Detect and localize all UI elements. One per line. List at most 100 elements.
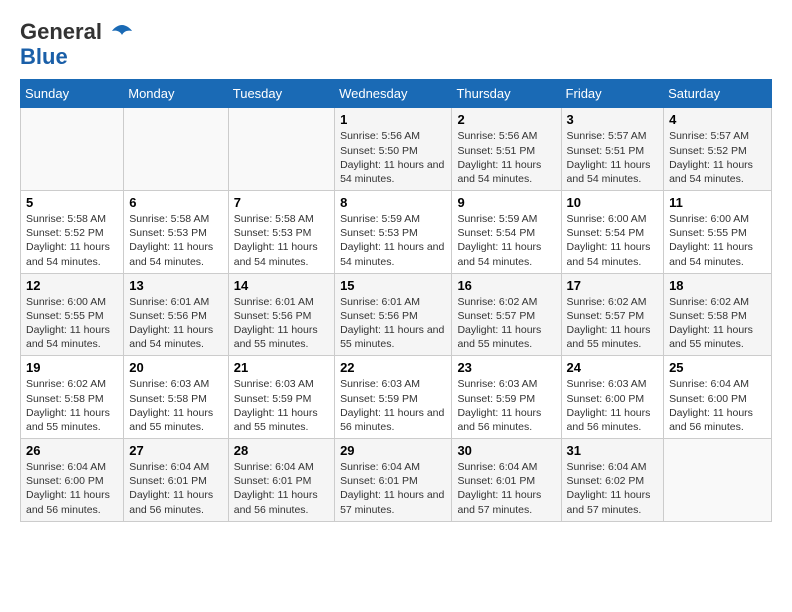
day-number: 7 [234,195,329,210]
day-number: 8 [340,195,446,210]
calendar-cell [664,439,772,522]
day-info: Sunrise: 5:59 AMSunset: 5:53 PMDaylight:… [340,212,446,269]
calendar-cell: 16 Sunrise: 6:02 AMSunset: 5:57 PMDayligh… [452,273,561,356]
day-info: Sunrise: 6:03 AMSunset: 5:58 PMDaylight:… [129,377,223,434]
calendar-cell: 21 Sunrise: 6:03 AMSunset: 5:59 PMDayligh… [228,356,334,439]
day-info: Sunrise: 6:04 AMSunset: 6:01 PMDaylight:… [457,460,555,517]
calendar-cell: 5 Sunrise: 5:58 AMSunset: 5:52 PMDaylight… [21,191,124,274]
day-number: 16 [457,278,555,293]
calendar-cell: 6 Sunrise: 5:58 AMSunset: 5:53 PMDaylight… [124,191,229,274]
day-number: 4 [669,112,766,127]
logo: General Blue [20,20,134,69]
day-number: 6 [129,195,223,210]
day-info: Sunrise: 5:56 AMSunset: 5:50 PMDaylight:… [340,129,446,186]
day-number: 9 [457,195,555,210]
week-row-1: 1 Sunrise: 5:56 AMSunset: 5:50 PMDaylight… [21,108,772,191]
page-header: General Blue [20,20,772,69]
calendar-cell: 31 Sunrise: 6:04 AMSunset: 6:02 PMDayligh… [561,439,664,522]
logo-bird-icon [110,21,134,45]
day-number: 10 [567,195,659,210]
week-row-5: 26 Sunrise: 6:04 AMSunset: 6:00 PMDayligh… [21,439,772,522]
weekday-header-monday: Monday [124,80,229,108]
calendar-cell: 7 Sunrise: 5:58 AMSunset: 5:53 PMDaylight… [228,191,334,274]
day-info: Sunrise: 6:04 AMSunset: 6:00 PMDaylight:… [669,377,766,434]
day-number: 20 [129,360,223,375]
calendar-cell: 3 Sunrise: 5:57 AMSunset: 5:51 PMDaylight… [561,108,664,191]
calendar-cell [228,108,334,191]
day-number: 17 [567,278,659,293]
day-info: Sunrise: 6:04 AMSunset: 6:02 PMDaylight:… [567,460,659,517]
day-number: 14 [234,278,329,293]
calendar-cell: 28 Sunrise: 6:04 AMSunset: 6:01 PMDayligh… [228,439,334,522]
day-number: 2 [457,112,555,127]
weekday-header-friday: Friday [561,80,664,108]
calendar-cell: 20 Sunrise: 6:03 AMSunset: 5:58 PMDayligh… [124,356,229,439]
day-number: 30 [457,443,555,458]
calendar-cell [21,108,124,191]
day-info: Sunrise: 6:03 AMSunset: 5:59 PMDaylight:… [457,377,555,434]
day-info: Sunrise: 6:04 AMSunset: 6:01 PMDaylight:… [234,460,329,517]
calendar-cell: 8 Sunrise: 5:59 AMSunset: 5:53 PMDaylight… [335,191,452,274]
day-info: Sunrise: 5:58 AMSunset: 5:52 PMDaylight:… [26,212,118,269]
calendar-cell: 23 Sunrise: 6:03 AMSunset: 5:59 PMDayligh… [452,356,561,439]
day-info: Sunrise: 6:01 AMSunset: 5:56 PMDaylight:… [340,295,446,352]
day-number: 5 [26,195,118,210]
logo-blue: Blue [20,44,68,69]
day-number: 13 [129,278,223,293]
day-info: Sunrise: 6:04 AMSunset: 6:00 PMDaylight:… [26,460,118,517]
calendar-cell: 13 Sunrise: 6:01 AMSunset: 5:56 PMDayligh… [124,273,229,356]
day-info: Sunrise: 6:01 AMSunset: 5:56 PMDaylight:… [234,295,329,352]
day-info: Sunrise: 5:59 AMSunset: 5:54 PMDaylight:… [457,212,555,269]
calendar-table: SundayMondayTuesdayWednesdayThursdayFrid… [20,79,772,521]
calendar-cell: 29Sunrise: 6:04 AMSunset: 6:01 PMDayligh… [335,439,452,522]
calendar-cell: 12Sunrise: 6:00 AMSunset: 5:55 PMDayligh… [21,273,124,356]
day-number: 18 [669,278,766,293]
calendar-cell: 25 Sunrise: 6:04 AMSunset: 6:00 PMDayligh… [664,356,772,439]
day-info: Sunrise: 6:03 AMSunset: 6:00 PMDaylight:… [567,377,659,434]
day-number: 29 [340,443,446,458]
day-info: Sunrise: 6:02 AMSunset: 5:57 PMDaylight:… [457,295,555,352]
calendar-cell: 4Sunrise: 5:57 AMSunset: 5:52 PMDaylight… [664,108,772,191]
day-number: 25 [669,360,766,375]
calendar-cell [124,108,229,191]
day-number: 23 [457,360,555,375]
weekday-header-thursday: Thursday [452,80,561,108]
day-info: Sunrise: 6:02 AMSunset: 5:57 PMDaylight:… [567,295,659,352]
day-number: 19 [26,360,118,375]
day-number: 21 [234,360,329,375]
calendar-cell: 10Sunrise: 6:00 AMSunset: 5:54 PMDayligh… [561,191,664,274]
day-number: 27 [129,443,223,458]
calendar-cell: 24Sunrise: 6:03 AMSunset: 6:00 PMDayligh… [561,356,664,439]
calendar-cell: 1 Sunrise: 5:56 AMSunset: 5:50 PMDaylight… [335,108,452,191]
calendar-cell: 30 Sunrise: 6:04 AMSunset: 6:01 PMDayligh… [452,439,561,522]
day-info: Sunrise: 5:58 AMSunset: 5:53 PMDaylight:… [129,212,223,269]
day-number: 31 [567,443,659,458]
day-info: Sunrise: 6:01 AMSunset: 5:56 PMDaylight:… [129,295,223,352]
calendar-cell: 17 Sunrise: 6:02 AMSunset: 5:57 PMDayligh… [561,273,664,356]
day-number: 26 [26,443,118,458]
calendar-cell: 11Sunrise: 6:00 AMSunset: 5:55 PMDayligh… [664,191,772,274]
day-info: Sunrise: 5:57 AMSunset: 5:51 PMDaylight:… [567,129,659,186]
day-info: Sunrise: 6:00 AMSunset: 5:55 PMDaylight:… [26,295,118,352]
calendar-cell: 18 Sunrise: 6:02 AMSunset: 5:58 PMDayligh… [664,273,772,356]
day-info: Sunrise: 6:02 AMSunset: 5:58 PMDaylight:… [669,295,766,352]
weekday-header-row: SundayMondayTuesdayWednesdayThursdayFrid… [21,80,772,108]
week-row-2: 5 Sunrise: 5:58 AMSunset: 5:52 PMDaylight… [21,191,772,274]
calendar-cell: 15 Sunrise: 6:01 AMSunset: 5:56 PMDayligh… [335,273,452,356]
day-number: 28 [234,443,329,458]
day-info: Sunrise: 5:58 AMSunset: 5:53 PMDaylight:… [234,212,329,269]
weekday-header-tuesday: Tuesday [228,80,334,108]
day-info: Sunrise: 6:03 AMSunset: 5:59 PMDaylight:… [234,377,329,434]
day-info: Sunrise: 6:00 AMSunset: 5:55 PMDaylight:… [669,212,766,269]
week-row-3: 12Sunrise: 6:00 AMSunset: 5:55 PMDayligh… [21,273,772,356]
calendar-cell: 9 Sunrise: 5:59 AMSunset: 5:54 PMDaylight… [452,191,561,274]
weekday-header-sunday: Sunday [21,80,124,108]
day-number: 1 [340,112,446,127]
day-number: 15 [340,278,446,293]
weekday-header-saturday: Saturday [664,80,772,108]
logo-general: General [20,19,102,44]
day-number: 3 [567,112,659,127]
week-row-4: 19Sunrise: 6:02 AMSunset: 5:58 PMDayligh… [21,356,772,439]
weekday-header-wednesday: Wednesday [335,80,452,108]
day-info: Sunrise: 6:03 AMSunset: 5:59 PMDaylight:… [340,377,446,434]
